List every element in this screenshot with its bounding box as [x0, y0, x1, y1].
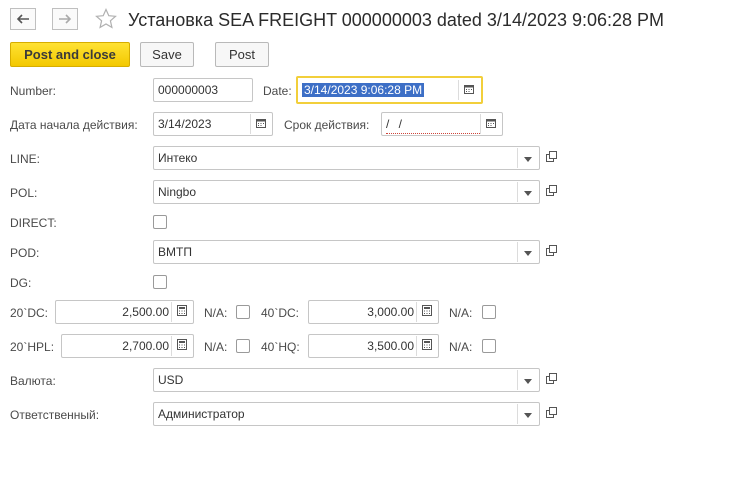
direct-label: DIRECT:	[10, 216, 57, 230]
hpl20-field[interactable]: 2,700.00	[61, 334, 194, 358]
hq40-calculator-button[interactable]	[416, 336, 437, 356]
dc40-na-checkbox[interactable]	[482, 305, 496, 319]
pol-open-button[interactable]	[541, 180, 561, 204]
expiry-value: / /	[386, 113, 480, 134]
favorite-button[interactable]	[94, 7, 118, 31]
line-open-button[interactable]	[541, 146, 561, 170]
start-date-field[interactable]: 3/14/2023	[153, 112, 273, 136]
number-value: 000000003	[158, 83, 219, 97]
chevron-down-icon	[524, 241, 532, 263]
direct-checkbox[interactable]	[153, 215, 167, 229]
open-form-icon	[545, 245, 557, 259]
line-value: Интеко	[158, 151, 198, 165]
responsible-value: Администратор	[158, 407, 245, 421]
currency-select[interactable]: USD	[153, 368, 540, 392]
start-date-value: 3/14/2023	[158, 117, 212, 131]
hpl20-label: 20`HPL:	[10, 340, 55, 354]
dc40-na-label: N/A:	[449, 306, 473, 320]
chevron-down-icon	[524, 403, 532, 425]
save-button[interactable]: Save	[140, 42, 194, 67]
calculator-icon	[422, 335, 432, 357]
open-form-icon	[545, 373, 557, 387]
pol-value: Ningbo	[158, 185, 197, 199]
date-field[interactable]: 3/14/2023 9:06:28 PM	[296, 76, 483, 104]
chevron-down-icon	[524, 181, 532, 203]
calendar-icon	[256, 113, 266, 135]
line-dropdown-button[interactable]	[517, 148, 538, 168]
hq40-na-checkbox[interactable]	[482, 339, 496, 353]
date-label: Date:	[263, 84, 292, 98]
number-label: Number:	[10, 84, 57, 98]
dc20-na-label: N/A:	[204, 306, 228, 320]
date-calendar-button[interactable]	[458, 80, 479, 100]
responsible-label: Ответственный:	[10, 408, 100, 422]
calculator-icon	[422, 301, 432, 323]
line-select[interactable]: Интеко	[153, 146, 540, 170]
dc20-na-checkbox[interactable]	[236, 305, 250, 319]
dc40-calculator-button[interactable]	[416, 302, 437, 322]
start-date-calendar-button[interactable]	[250, 114, 271, 134]
dc20-field[interactable]: 2,500.00	[55, 300, 194, 324]
calendar-icon	[486, 113, 496, 135]
pod-select[interactable]: ВМТП	[153, 240, 540, 264]
post-button[interactable]: Post	[215, 42, 269, 67]
dc40-value: 3,000.00	[367, 305, 414, 319]
currency-dropdown-button[interactable]	[517, 370, 538, 390]
line-label: LINE:	[10, 152, 41, 166]
currency-open-button[interactable]	[541, 368, 561, 392]
expiry-calendar-button[interactable]	[480, 114, 501, 134]
dc20-label: 20`DC:	[10, 306, 49, 320]
hpl20-calculator-button[interactable]	[171, 336, 192, 356]
currency-label: Валюта:	[10, 374, 56, 388]
hq40-na-label: N/A:	[449, 340, 473, 354]
pod-open-button[interactable]	[541, 240, 561, 264]
number-field[interactable]: 000000003	[153, 78, 253, 102]
dc40-field[interactable]: 3,000.00	[308, 300, 439, 324]
dg-checkbox[interactable]	[153, 275, 167, 289]
expiry-label: Срок действия:	[284, 118, 370, 132]
pod-dropdown-button[interactable]	[517, 242, 538, 262]
hpl20-na-checkbox[interactable]	[236, 339, 250, 353]
dc40-label: 40`DC:	[261, 306, 300, 320]
pol-dropdown-button[interactable]	[517, 182, 538, 202]
open-form-icon	[545, 407, 557, 421]
star-icon	[94, 8, 118, 34]
calendar-icon	[464, 79, 474, 101]
date-value: 3/14/2023 9:06:28 PM	[302, 83, 425, 97]
dg-label: DG:	[10, 276, 32, 290]
pol-label: POL:	[10, 186, 38, 200]
responsible-dropdown-button[interactable]	[517, 404, 538, 424]
hpl20-na-label: N/A:	[204, 340, 228, 354]
pol-select[interactable]: Ningbo	[153, 180, 540, 204]
dc20-value: 2,500.00	[122, 305, 169, 319]
arrow-left-icon	[16, 14, 30, 24]
hpl20-value: 2,700.00	[122, 339, 169, 353]
responsible-select[interactable]: Администратор	[153, 402, 540, 426]
hq40-value: 3,500.00	[367, 339, 414, 353]
pod-label: POD:	[10, 246, 40, 260]
hq40-field[interactable]: 3,500.00	[308, 334, 439, 358]
arrow-right-icon	[58, 14, 72, 24]
pod-value: ВМТП	[158, 245, 192, 259]
expiry-field[interactable]: / /	[381, 112, 503, 136]
calculator-icon	[177, 301, 187, 323]
responsible-open-button[interactable]	[541, 402, 561, 426]
calculator-icon	[177, 335, 187, 357]
forward-button[interactable]	[52, 8, 78, 30]
hq40-label: 40`HQ:	[261, 340, 300, 354]
post-and-close-button[interactable]: Post and close	[10, 42, 130, 67]
start-date-label: Дата начала действия:	[10, 118, 138, 132]
window-title: Установка SEA FREIGHT 000000003 dated 3/…	[128, 10, 665, 30]
chevron-down-icon	[524, 147, 532, 169]
back-button[interactable]	[10, 8, 36, 30]
currency-value: USD	[158, 373, 184, 387]
chevron-down-icon	[524, 369, 532, 391]
open-form-icon	[545, 151, 557, 165]
open-form-icon	[545, 185, 557, 199]
dc20-calculator-button[interactable]	[171, 302, 192, 322]
